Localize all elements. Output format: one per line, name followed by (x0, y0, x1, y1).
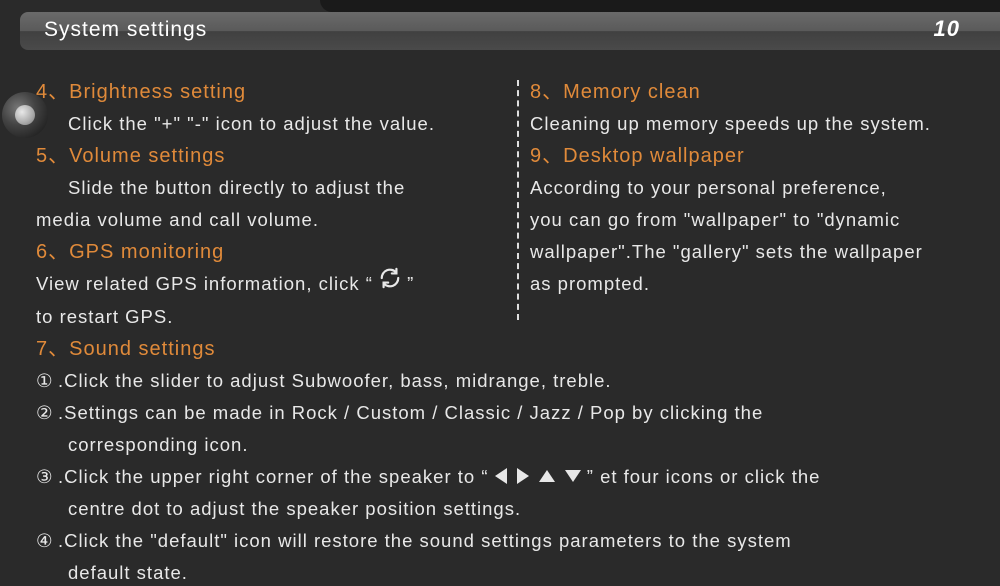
triangle-down-icon (565, 470, 581, 482)
section-6-body-3: to restart GPS. (36, 301, 496, 333)
sound-item-1: ①.Click the slider to adjust Subwoofer, … (36, 365, 972, 397)
section-7-title: Sound settings (69, 338, 215, 360)
sound-item-2: ②.Settings can be made in Rock / Custom … (36, 397, 972, 429)
section-4-title: Brightness setting (69, 81, 246, 103)
section-6-text-1: View related GPS information, click “ (36, 273, 373, 294)
section-6-title: GPS monitoring (69, 241, 224, 263)
section-9-body-3: wallpaper".The "gallery" sets the wallpa… (530, 236, 972, 268)
arrow-icons (495, 468, 581, 484)
page-title: System settings (44, 18, 207, 42)
sound-item-2-text-b: corresponding icon. (36, 429, 972, 461)
section-5-body-2: media volume and call volume. (36, 204, 496, 236)
section-5-title: Volume settings (69, 145, 225, 167)
triangle-right-icon (517, 468, 529, 484)
page-number: 10 (934, 16, 960, 42)
section-7-heading: 7、Sound settings (36, 333, 496, 365)
section-6-number: 6、 (36, 241, 69, 263)
section-8-body: Cleaning up memory speeds up the system. (530, 108, 972, 140)
section-8-title: Memory clean (563, 81, 701, 103)
section-9-number: 9、 (530, 145, 563, 167)
section-6-heading: 6、GPS monitoring (36, 236, 496, 268)
section-8-number: 8、 (530, 81, 563, 103)
column-divider (517, 80, 519, 320)
circled-3: ③ (36, 461, 58, 493)
page-header: System settings 10 (0, 0, 1000, 54)
sound-item-3-text-a: .Click the upper right corner of the spe… (58, 466, 489, 487)
sound-item-3-text-c: centre dot to adjust the speaker positio… (36, 493, 972, 525)
sound-item-3: ③.Click the upper right corner of the sp… (36, 461, 972, 493)
triangle-left-icon (495, 468, 507, 484)
section-5-body-1: Slide the button directly to adjust the (36, 172, 496, 204)
section-9-body-2: you can go from "wallpaper" to "dynamic (530, 204, 972, 236)
triangle-up-icon (539, 470, 555, 482)
right-column: 8、Memory clean Cleaning up memory speeds… (506, 76, 972, 365)
section-8-heading: 8、Memory clean (530, 76, 972, 108)
content-area: 4、Brightness setting Click the "+" "-" i… (0, 54, 1000, 586)
sound-settings-list: ①.Click the slider to adjust Subwoofer, … (36, 365, 972, 586)
circled-2: ② (36, 397, 58, 429)
sound-item-2-text-a: .Settings can be made in Rock / Custom /… (58, 402, 763, 423)
section-6-body: View related GPS information, click “ ” (36, 268, 496, 301)
section-9-body-1: According to your personal preference, (530, 172, 972, 204)
section-4-body: Click the "+" "-" icon to adjust the val… (36, 108, 496, 140)
section-5-number: 5、 (36, 145, 69, 167)
sound-item-4: ④.Click the "default" icon will restore … (36, 525, 972, 557)
sound-item-4-text-b: default state. (36, 557, 972, 586)
section-4-heading: 4、Brightness setting (36, 76, 496, 108)
section-4-number: 4、 (36, 81, 69, 103)
section-6-text-2: ” (407, 273, 414, 294)
circled-1: ① (36, 365, 58, 397)
sound-item-3-text-b: ” et four icons or click the (587, 466, 821, 487)
sound-item-1-text: .Click the slider to adjust Subwoofer, b… (58, 370, 612, 391)
section-9-title: Desktop wallpaper (563, 145, 745, 167)
left-column: 4、Brightness setting Click the "+" "-" i… (36, 76, 506, 365)
section-9-body-4: as prompted. (530, 268, 972, 300)
section-5-heading: 5、Volume settings (36, 140, 496, 172)
refresh-icon (379, 267, 401, 299)
section-7-number: 7、 (36, 338, 69, 360)
sound-item-4-text-a: .Click the "default" icon will restore t… (58, 530, 792, 551)
section-9-heading: 9、Desktop wallpaper (530, 140, 972, 172)
circled-4: ④ (36, 525, 58, 557)
